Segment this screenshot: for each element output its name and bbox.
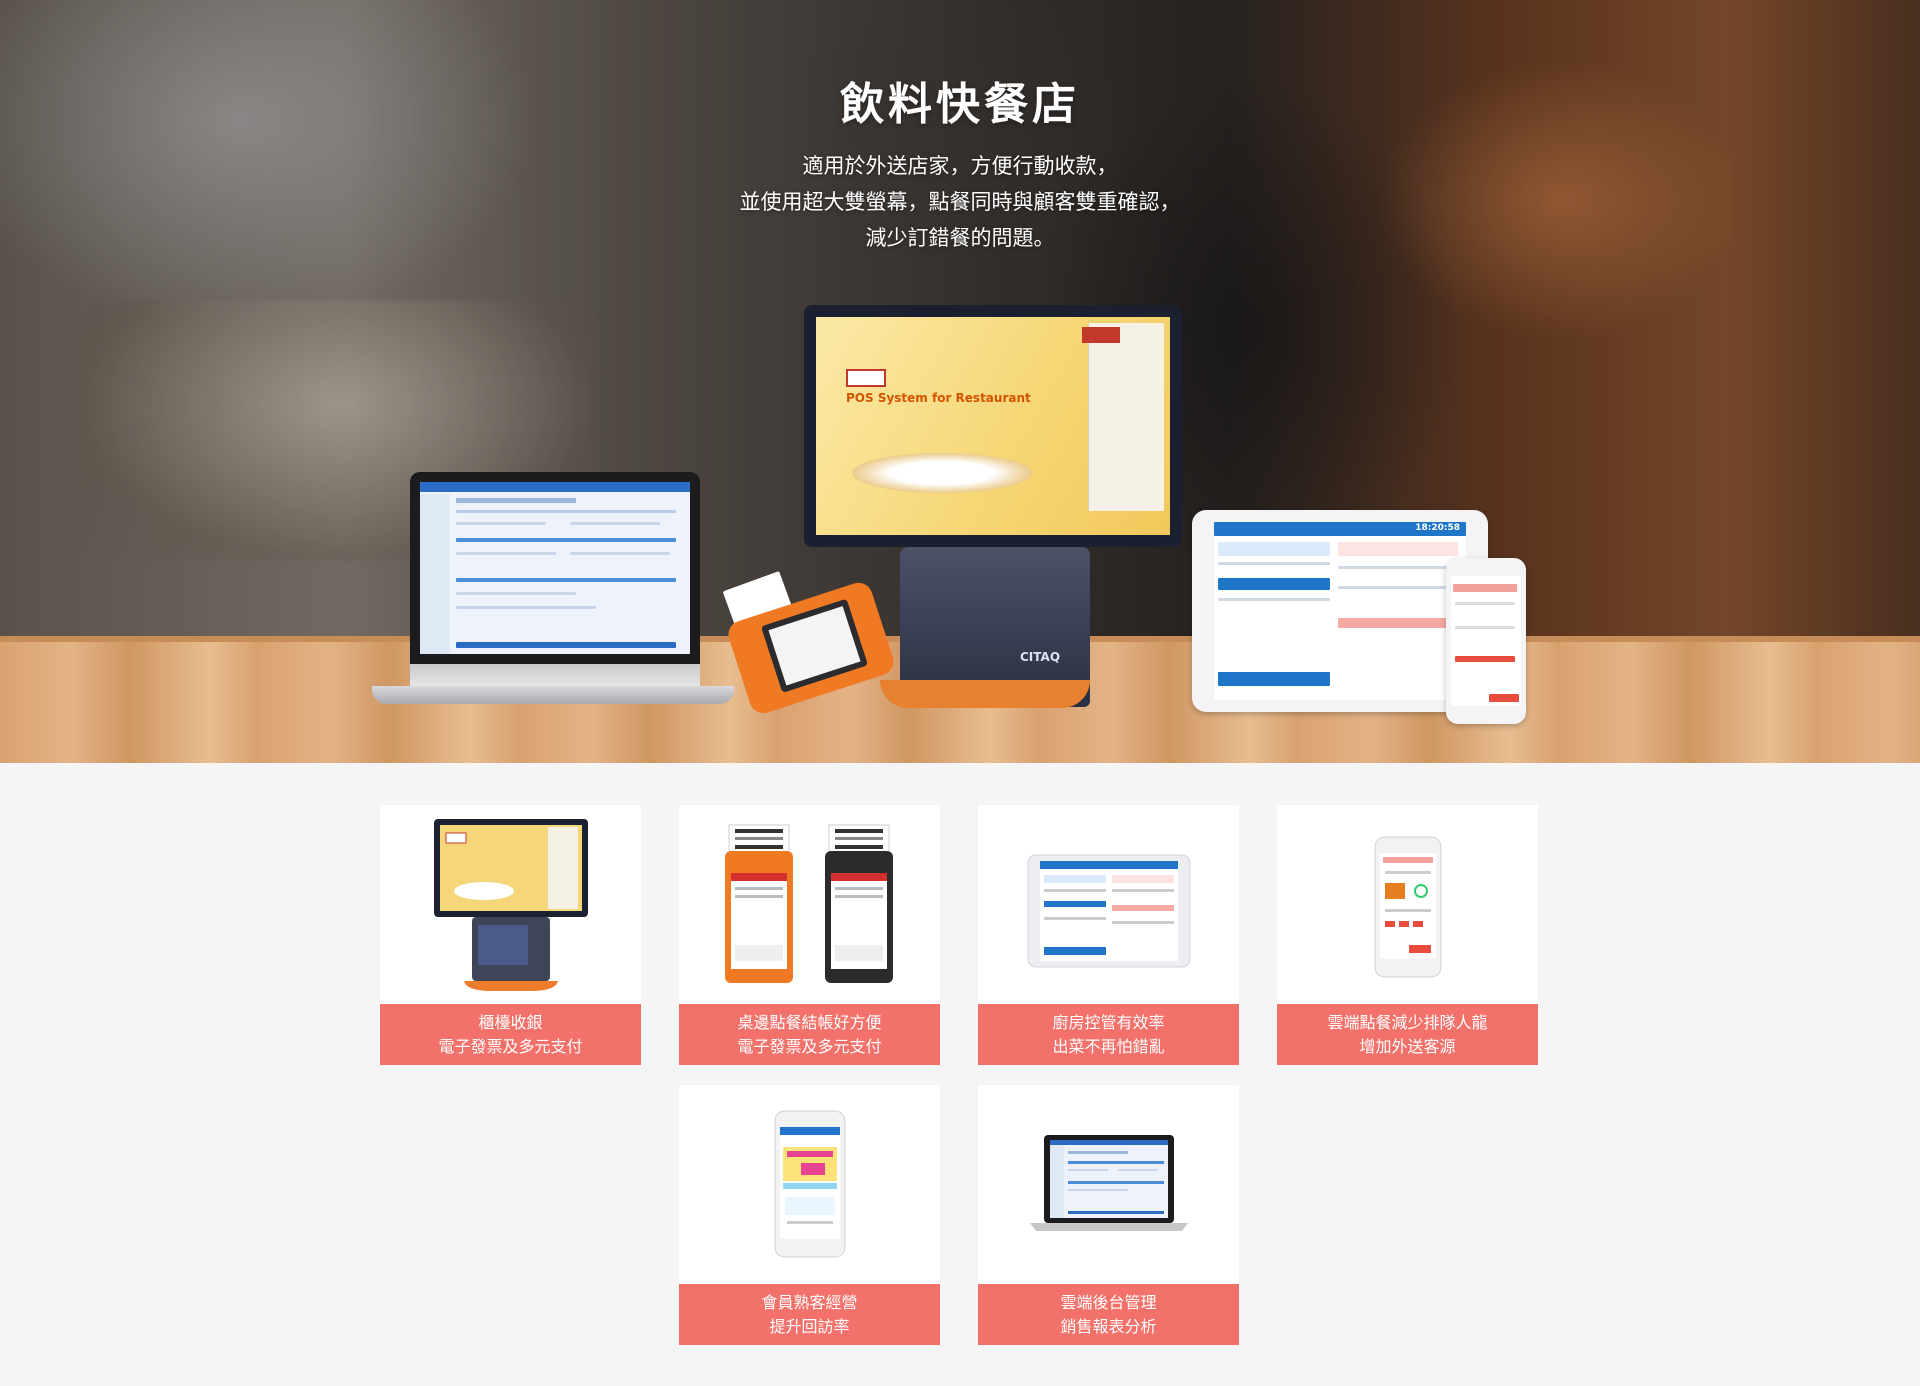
pos-screen-text: POS System for Restaurant (846, 391, 1031, 405)
feature-card-caption: 會員熟客經營 提升回訪率 (679, 1284, 940, 1345)
pos-terminal-icon (380, 805, 641, 1004)
hero-banner: 飲料快餐店 適用於外送店家，方便行動收款， 並使用超大雙螢幕，點餐同時與顧客雙重… (0, 0, 1920, 763)
phone-screen (1451, 576, 1521, 706)
phone-member-icon (679, 1085, 940, 1284)
backend-screen (420, 482, 690, 654)
laptop-device (410, 472, 700, 664)
feature-card-subtitle: 銷售報表分析 (1060, 1317, 1157, 1336)
feature-card-cloud-backend[interactable]: 雲端後台管理 銷售報表分析 (978, 1085, 1239, 1345)
feature-card-title: 雲端後台管理 (1060, 1293, 1157, 1312)
feature-card-kitchen[interactable]: 廚房控管有效率 出菜不再怕錯亂 (978, 805, 1239, 1065)
phone-ordering-icon (1277, 805, 1538, 1004)
feature-card-subtitle: 電子發票及多元支付 (737, 1037, 882, 1056)
hero-description-line: 適用於外送店家，方便行動收款， (802, 154, 1118, 178)
feature-card-title: 桌邊點餐結帳好方便 (737, 1013, 882, 1032)
feature-card-caption: 廚房控管有效率 出菜不再怕錯亂 (978, 1004, 1239, 1065)
page-title: 飲料快餐店 (840, 79, 1080, 130)
feature-card-subtitle: 提升回訪率 (769, 1317, 850, 1336)
feature-card-caption: 桌邊點餐結帳好方便 電子發票及多元支付 (679, 1004, 940, 1065)
kitchen-screen: 18:20:58 (1214, 522, 1466, 700)
phone-device (1446, 558, 1526, 724)
feature-card-subtitle: 出菜不再怕錯亂 (1052, 1037, 1165, 1056)
feature-card-cashier[interactable]: 櫃檯收銀 電子發票及多元支付 (380, 805, 641, 1065)
feature-card-caption: 雲端後台管理 銷售報表分析 (978, 1284, 1239, 1345)
tablet-device: 18:20:58 (1192, 510, 1488, 712)
pos-brand: CITAQ (1020, 650, 1061, 664)
feature-card-title: 雲端點餐減少排隊人龍 (1327, 1013, 1488, 1032)
hero-description: 適用於外送店家，方便行動收款， 並使用超大雙螢幕，點餐同時與顧客雙重確認， 減少… (0, 148, 1920, 256)
feature-card-membership[interactable]: 會員熟客經營 提升回訪率 (679, 1085, 940, 1345)
feature-card-title: 廚房控管有效率 (1052, 1013, 1165, 1032)
feature-card-caption: 櫃檯收銀 電子發票及多元支付 (380, 1004, 641, 1065)
feature-card-title: 櫃檯收銀 (478, 1013, 543, 1032)
tablet-kitchen-icon (978, 805, 1239, 1004)
hero-description-line: 並使用超大雙螢幕，點餐同時與顧客雙重確認， (739, 190, 1181, 214)
feature-card-cloud-ordering[interactable]: 雲端點餐減少排隊人龍 增加外送客源 (1277, 805, 1538, 1065)
feature-card-subtitle: 電子發票及多元支付 (438, 1037, 583, 1056)
hero-description-line: 減少訂錯餐的問題。 (865, 226, 1055, 250)
feature-card-title: 會員熟客經營 (761, 1293, 858, 1312)
handheld-pos-icon (679, 805, 940, 1004)
feature-card-tableside[interactable]: 桌邊點餐結帳好方便 電子發票及多元支付 (679, 805, 940, 1065)
laptop-backend-icon (978, 1085, 1239, 1284)
pos-terminal-device: POS System for Restaurant (804, 305, 1182, 547)
feature-card-subtitle: 增加外送客源 (1359, 1037, 1456, 1056)
pos-screen: POS System for Restaurant (816, 317, 1170, 535)
tablet-time: 18:20:58 (1415, 523, 1460, 533)
feature-card-caption: 雲端點餐減少排隊人龍 增加外送客源 (1277, 1004, 1538, 1065)
